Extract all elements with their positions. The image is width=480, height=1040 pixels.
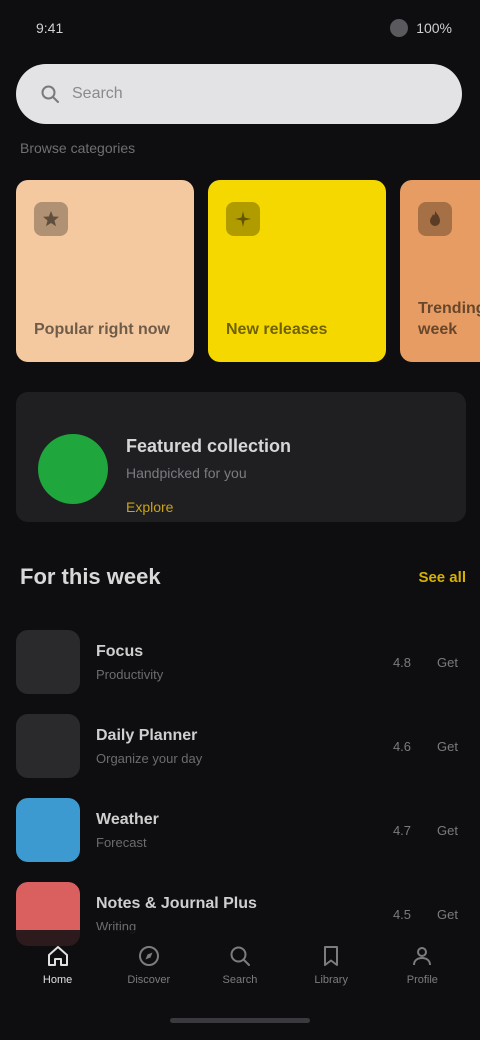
search-bar[interactable] — [16, 64, 462, 124]
category-card-new[interactable]: New releases — [208, 180, 386, 362]
category-card-trending[interactable]: Trending this week — [400, 180, 480, 362]
list-item-subtitle: Organize your day — [96, 750, 203, 766]
search-icon — [41, 85, 59, 103]
get-button[interactable]: Get — [437, 655, 458, 670]
featured-card[interactable]: Featured collection Handpicked for you E… — [16, 392, 466, 522]
featured-link[interactable]: Explore — [126, 499, 291, 515]
list-item-rating: 4.5 — [392, 906, 412, 922]
signal-icon — [390, 19, 409, 37]
app-screen: 9:41 100% Browse categories Popular righ… — [0, 0, 480, 1040]
get-button[interactable]: Get — [437, 907, 458, 922]
bookmark-icon — [324, 946, 339, 966]
list-item-title: Notes & Journal Plus — [96, 894, 257, 912]
list-item-rating: 4.6 — [392, 738, 412, 754]
nav-label: Profile — [406, 974, 438, 986]
battery-level: 100% — [416, 20, 452, 36]
app-list: Focus Productivity 4.8 Get Daily Planner… — [16, 620, 466, 956]
category-card-popular[interactable]: Popular right now — [16, 180, 194, 362]
category-card-label: Popular right now — [34, 321, 170, 338]
list-item-title: Daily Planner — [96, 726, 198, 744]
nav-profile[interactable]: Profile — [386, 944, 458, 986]
nav-label: Discover — [127, 974, 171, 986]
category-card-label: New releases — [226, 321, 328, 338]
home-indicator — [170, 1018, 310, 1023]
nav-home[interactable]: Home — [22, 944, 94, 986]
category-carousel[interactable]: Popular right now New releases Trending … — [16, 180, 480, 366]
list-item-rating: 4.8 — [392, 654, 412, 670]
app-icon — [16, 798, 80, 862]
list-item[interactable]: Daily Planner Organize your day 4.6 Get — [16, 704, 466, 788]
section-caption: Browse categories — [20, 140, 136, 156]
status-time: 9:41 — [36, 20, 64, 36]
star-icon — [34, 202, 68, 236]
featured-title: Featured collection — [126, 436, 292, 456]
nav-label: Home — [42, 974, 73, 986]
compass-icon — [138, 946, 159, 966]
list-header: For this week See all — [20, 564, 466, 590]
search-icon — [230, 946, 250, 966]
get-button[interactable]: Get — [437, 823, 458, 838]
bottom-nav: Home Discover Search Library Profile — [0, 930, 480, 1000]
list-item-subtitle: Productivity — [96, 666, 164, 682]
flame-icon — [418, 202, 452, 236]
app-icon — [16, 714, 80, 778]
app-icon — [16, 630, 80, 694]
user-icon — [413, 947, 432, 966]
list-item[interactable]: Weather Forecast 4.7 Get — [16, 788, 466, 872]
featured-logo — [38, 434, 108, 504]
list-title: For this week — [20, 564, 161, 589]
home-icon — [47, 946, 68, 966]
category-card-label: Trending this week — [418, 300, 480, 338]
list-item-rating: 4.7 — [392, 822, 412, 838]
get-button[interactable]: Get — [437, 739, 458, 754]
see-all-link[interactable]: See all — [418, 569, 466, 586]
featured-subtitle: Handpicked for you — [126, 465, 247, 481]
list-item-subtitle: Forecast — [96, 834, 147, 850]
list-item-title: Focus — [96, 642, 144, 660]
list-item[interactable]: Focus Productivity 4.8 Get — [16, 620, 466, 704]
list-item-title: Weather — [96, 810, 159, 828]
nav-search[interactable]: Search — [204, 944, 276, 986]
nav-label: Search — [222, 974, 258, 986]
nav-discover[interactable]: Discover — [113, 944, 185, 986]
sparkle-icon — [226, 202, 260, 236]
nav-label: Library — [314, 974, 348, 986]
search-input[interactable] — [72, 85, 438, 103]
nav-library[interactable]: Library — [295, 944, 367, 986]
status-bar: 9:41 100% — [0, 0, 480, 56]
